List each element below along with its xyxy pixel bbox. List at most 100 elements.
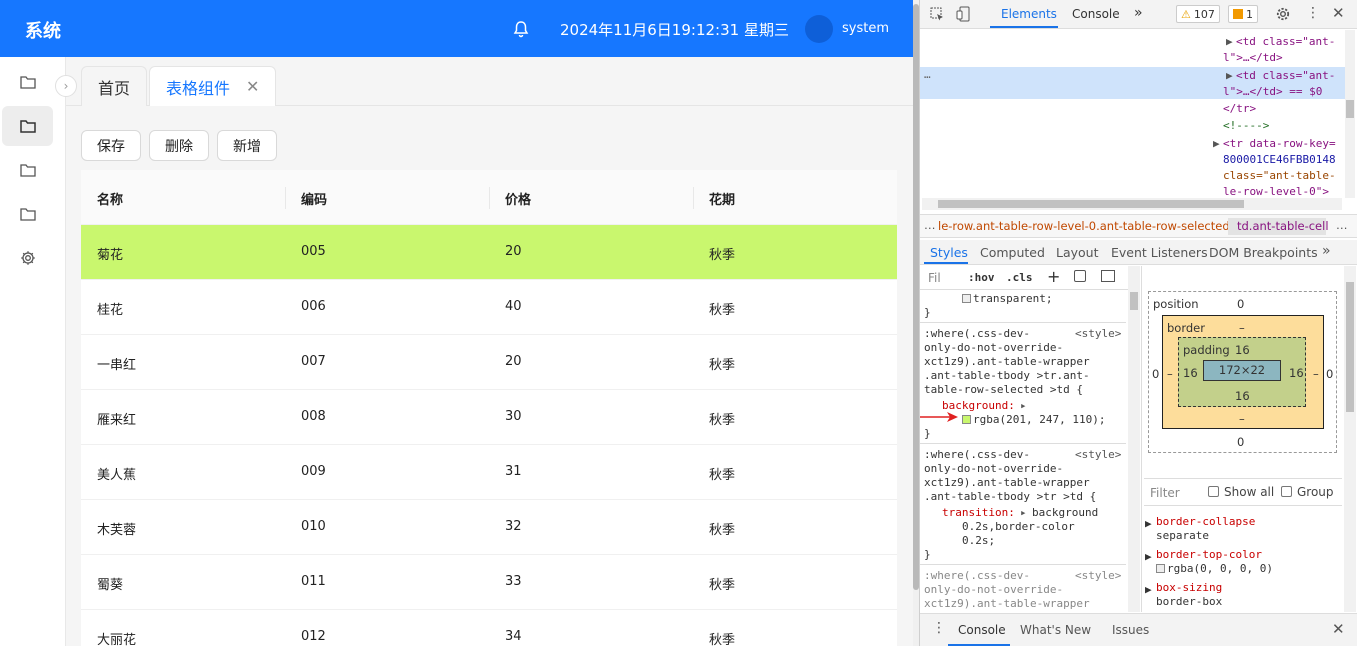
tab-console[interactable]: Console [1072,7,1120,21]
breadcrumb-item-active[interactable]: td.ant-table-cell [1237,219,1329,233]
kebab-menu-icon[interactable]: ⋮ [1306,5,1320,21]
scrollbar-thumb[interactable] [938,200,1244,208]
rule-source[interactable]: <style> [1075,448,1121,461]
expand-arrow-icon[interactable]: ▸ [1020,399,1027,412]
node-ellipsis[interactable]: … [924,68,931,81]
group-checkbox[interactable] [1281,486,1292,497]
css-value[interactable]: background [1032,506,1098,519]
sidebar-item-2[interactable] [2,106,53,146]
warnings-badge[interactable]: ⚠ 107 [1176,5,1220,23]
cell-season: 秋季 [709,413,736,428]
vertical-scrollbar[interactable] [1345,30,1355,198]
warnings-count: 107 [1193,7,1215,21]
tab-home[interactable]: 首页 [81,66,148,106]
new-rule-icon[interactable]: + [1047,267,1060,286]
gear-icon[interactable] [1275,6,1291,22]
horizontal-scrollbar[interactable] [922,198,1342,210]
padding-top-value: 16 [1235,343,1250,357]
element-line[interactable]: <td class="ant- [1236,69,1335,82]
close-icon[interactable]: ✕ [1332,620,1345,638]
table-row[interactable]: 雁来红 008 30 秋季 [81,390,897,445]
drawer-tab-issues[interactable]: Issues [1112,623,1149,637]
cell-code: 009 [301,464,326,479]
table-row[interactable]: 蜀葵 011 33 秋季 [81,555,897,610]
table-row[interactable]: 大丽花 012 34 秋季 [81,610,897,646]
sidebar-toggle-icon[interactable] [1101,270,1115,282]
expand-arrow-icon[interactable]: ▶ [1145,517,1152,530]
sidebar [0,57,66,646]
cls-toggle[interactable]: .cls [1006,271,1033,284]
subtab-computed[interactable]: Computed [980,245,1045,260]
sidebar-item-3[interactable] [2,150,53,190]
computed-prop[interactable]: border-top-color [1156,548,1262,561]
expand-arrow-icon[interactable]: ▶ [1226,69,1233,82]
cell-season: 秋季 [709,578,736,593]
css-property[interactable]: transition: [942,506,1015,519]
sidebar-collapse-button[interactable]: › [55,75,77,97]
table-row[interactable]: 一串红 007 20 秋季 [81,335,897,390]
scrollbar-thumb[interactable] [1346,100,1354,118]
styles-filter-input[interactable]: Fil [928,271,941,285]
table-row[interactable]: 菊花 005 20 秋季 [81,225,897,280]
computed-prop[interactable]: border-collapse [1156,515,1255,528]
tab-elements[interactable]: Elements [1001,7,1057,21]
breadcrumb-more[interactable]: … [1336,218,1348,232]
expand-arrow-icon[interactable]: ▶ [1145,583,1152,596]
computed-value: border-box [1156,595,1223,608]
inspect-element-icon[interactable] [930,7,945,22]
more-tabs-icon[interactable]: » [1134,5,1143,21]
rule-source[interactable]: <style> [1075,327,1121,340]
expand-arrow-icon[interactable]: ▶ [1213,137,1220,150]
tab-table-component[interactable]: 表格组件 ✕ [149,66,277,106]
sidebar-item-settings[interactable] [2,238,53,278]
breadcrumb-item[interactable]: le-row.ant-table-row-level-0.ant-table-r… [938,219,1230,233]
avatar[interactable] [805,15,833,43]
subtab-dom-breakpoints[interactable]: DOM Breakpoints [1209,245,1318,260]
computed-prop[interactable]: box-sizing [1156,581,1222,594]
header-username[interactable]: system [842,21,889,36]
subtab-styles[interactable]: Styles [930,245,968,260]
expand-arrow-icon[interactable]: ▶ [1145,550,1152,563]
color-swatch[interactable] [1156,564,1165,573]
page-tabs: 首页 表格组件 ✕ [66,57,913,106]
sidebar-item-4[interactable] [2,194,53,234]
device-toolbar-icon[interactable] [956,6,971,22]
scrollbar-thumb[interactable] [1346,282,1354,412]
close-icon[interactable]: ✕ [1332,4,1345,22]
show-all-checkbox[interactable] [1208,486,1219,497]
save-button[interactable]: 保存 [81,130,141,161]
sidebar-item-1[interactable] [2,62,53,102]
add-button[interactable]: 新增 [217,130,277,161]
subtab-event-listeners[interactable]: Event Listeners [1111,245,1208,260]
expand-arrow-icon[interactable]: ▸ [1020,506,1027,519]
selector-line: xct1z9).ant-table-wrapper [924,476,1090,489]
color-swatch[interactable] [962,415,971,424]
element-line[interactable]: <tr data-row-key= [1223,137,1336,150]
styles-scrollbar[interactable] [1128,266,1140,612]
expand-arrow-icon[interactable]: ▶ [1226,35,1233,48]
table-row[interactable]: 木芙蓉 010 32 秋季 [81,500,897,555]
bell-icon[interactable] [512,20,530,38]
css-value: transparent; [962,292,1052,305]
paint-icon[interactable] [1074,270,1086,282]
issues-badge[interactable]: 1 [1228,5,1258,23]
subtab-layout[interactable]: Layout [1056,245,1099,260]
box-pane-scrollbar[interactable] [1344,266,1356,612]
color-swatch[interactable] [962,294,971,303]
breadcrumb-ellipsis[interactable]: … [924,218,936,232]
close-icon[interactable]: ✕ [246,77,259,96]
drawer-tab-whats-new[interactable]: What's New [1020,623,1091,637]
table-row[interactable]: 桂花 006 40 秋季 [81,280,897,335]
border-bottom-value: – [1239,412,1245,426]
table-row[interactable]: 美人蕉 009 31 秋季 [81,445,897,500]
delete-button[interactable]: 删除 [149,130,209,161]
element-line[interactable]: <td class="ant- [1236,35,1335,48]
rule-source[interactable]: <style> [1075,569,1121,582]
scrollbar-thumb[interactable] [1130,292,1138,310]
drawer-menu-icon[interactable]: ⋮ [932,620,946,636]
more-subtabs-icon[interactable]: » [1322,243,1331,259]
css-value[interactable]: rgba(201, 247, 110); [962,413,1105,426]
drawer-tab-console[interactable]: Console [958,623,1006,637]
computed-filter-input[interactable]: Filter [1150,486,1180,500]
hov-toggle[interactable]: :hov [968,271,995,284]
